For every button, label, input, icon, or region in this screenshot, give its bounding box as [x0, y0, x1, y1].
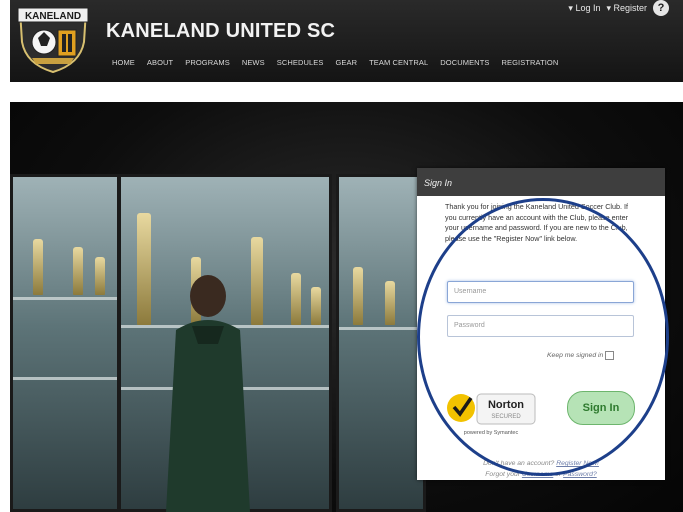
or-text: or [555, 471, 562, 478]
person-silhouette [166, 275, 250, 512]
keep-signed-in-label: Keep me signed in [547, 352, 604, 359]
signin-intro-text: Thank you for joining the Kaneland Unite… [445, 202, 628, 243]
norton-brand: Norton [488, 399, 524, 411]
nav-item-gear[interactable]: GEAR [329, 58, 363, 67]
nav-item-team-central[interactable]: TEAM CENTRAL [363, 58, 434, 67]
norton-powered: powered by Symantec [464, 430, 519, 436]
no-account-text: Don't have an account? [483, 460, 555, 467]
logo-text: KANELAND [25, 11, 81, 22]
nav-item-documents[interactable]: DOCUMENTS [434, 58, 495, 67]
forgot-username-link[interactable]: Username [522, 471, 553, 478]
register-now-link[interactable]: Register Now! [556, 460, 599, 467]
register-link[interactable]: ▾ Register [606, 3, 647, 14]
trophy-case-left [10, 174, 120, 512]
keep-signed-in[interactable]: Keep me signed in [547, 351, 615, 360]
help-icon[interactable]: ? [653, 0, 669, 16]
nav-item-home[interactable]: HOME [106, 58, 141, 67]
norton-secured-badge[interactable]: Norton SECURED powered by Symantec [445, 386, 537, 446]
header-spacer [10, 82, 683, 102]
keep-signed-in-checkbox[interactable] [605, 351, 615, 360]
footer-register-line: Don't have an account? Register Now! [417, 460, 665, 467]
password-field[interactable]: Password [447, 315, 634, 337]
signin-panel: Sign In Thank you for joining the Kanela… [417, 168, 665, 480]
nav-item-schedules[interactable]: SCHEDULES [271, 58, 330, 67]
norton-secured: SECURED [491, 414, 521, 420]
forgot-text: Forgot your [485, 471, 521, 478]
club-logo[interactable]: KANELAND [14, 2, 92, 74]
site-title[interactable]: KANELAND UNITED SC [106, 20, 335, 43]
site-header: KANELAND KANELAND UNITED SC ▾ Log In ▾ R… [10, 0, 683, 82]
login-link[interactable]: ▾ Log In [568, 3, 600, 14]
nav-item-registration[interactable]: REGISTRATION [495, 58, 564, 67]
signin-header: Sign In [417, 168, 665, 196]
main-nav: HOME ABOUT PROGRAMS NEWS SCHEDULES GEAR … [106, 52, 564, 72]
top-links: ▾ Log In ▾ Register ? [568, 0, 669, 16]
nav-item-about[interactable]: ABOUT [141, 58, 179, 67]
nav-item-news[interactable]: NEWS [236, 58, 271, 67]
nav-item-programs[interactable]: PROGRAMS [179, 58, 236, 67]
forgot-password-link[interactable]: Password? [563, 471, 597, 478]
signin-button[interactable]: Sign In [567, 391, 635, 425]
username-field[interactable]: Username [447, 281, 634, 303]
trophy-case-right [336, 174, 426, 512]
footer-forgot-line: Forgot your Username or Password? [417, 471, 665, 478]
